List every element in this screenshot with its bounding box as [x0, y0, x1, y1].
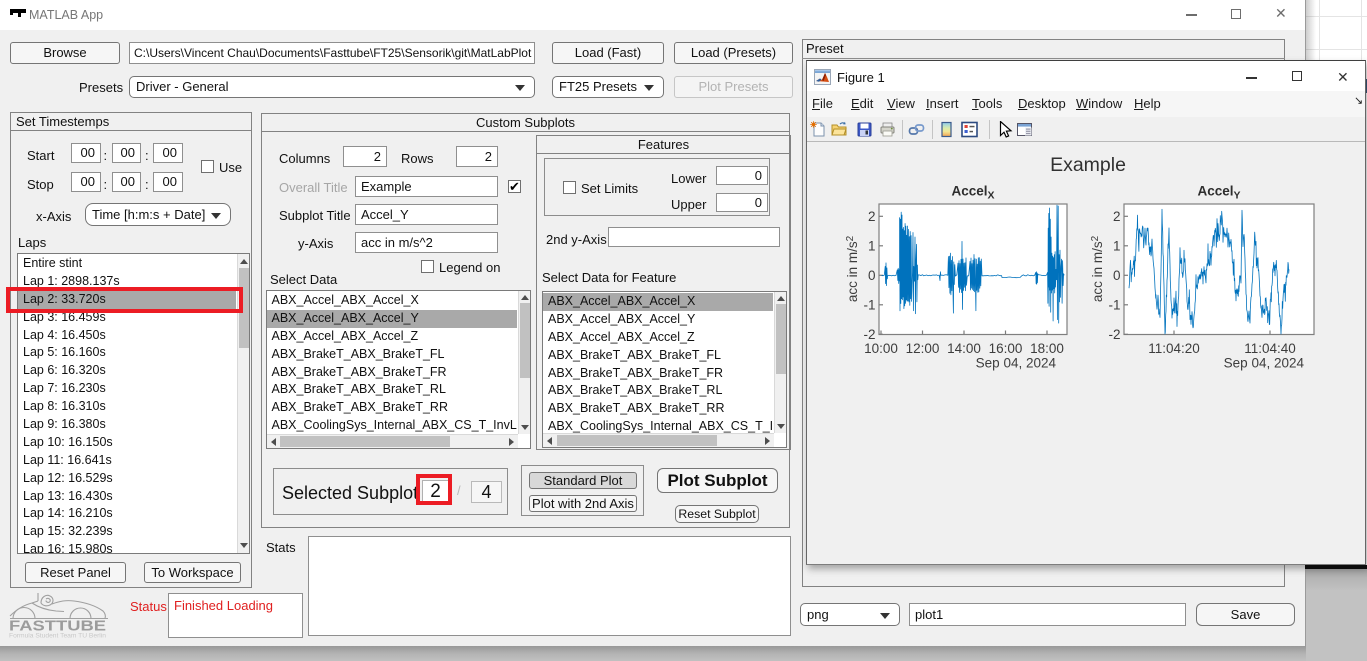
svg-text:-1: -1	[1108, 297, 1120, 312]
svg-text:-2: -2	[1108, 327, 1120, 342]
svg-text:2: 2	[1113, 209, 1121, 224]
svg-text:10:00: 10:00	[864, 341, 898, 356]
svg-text:Formula Student Team TU Berlin: Formula Student Team TU Berlin	[9, 633, 106, 640]
svg-text:18:00: 18:00	[1030, 341, 1064, 356]
svg-text:AccelY: AccelY	[1197, 184, 1240, 202]
svg-text:12:00: 12:00	[906, 341, 940, 356]
svg-text:acc in m/s2: acc in m/s2	[845, 235, 860, 302]
svg-text:1: 1	[868, 238, 876, 253]
svg-text:-1: -1	[863, 297, 875, 312]
svg-text:11:04:20: 11:04:20	[1148, 341, 1200, 356]
svg-text:Sep 04, 2024: Sep 04, 2024	[976, 356, 1057, 371]
svg-text:16:00: 16:00	[989, 341, 1023, 356]
svg-text:1: 1	[1113, 238, 1121, 253]
svg-text:11:04:40: 11:04:40	[1244, 341, 1296, 356]
svg-text:Sep 04, 2024: Sep 04, 2024	[1224, 356, 1305, 371]
svg-text:-2: -2	[863, 327, 875, 342]
svg-text:14:00: 14:00	[947, 341, 981, 356]
svg-text:0: 0	[1113, 268, 1121, 283]
svg-text:2: 2	[868, 209, 876, 224]
svg-text:Example: Example	[1050, 154, 1126, 176]
svg-text:acc in m/s2: acc in m/s2	[1090, 235, 1105, 302]
svg-text:AccelX: AccelX	[951, 184, 994, 202]
svg-text:0: 0	[868, 268, 876, 283]
